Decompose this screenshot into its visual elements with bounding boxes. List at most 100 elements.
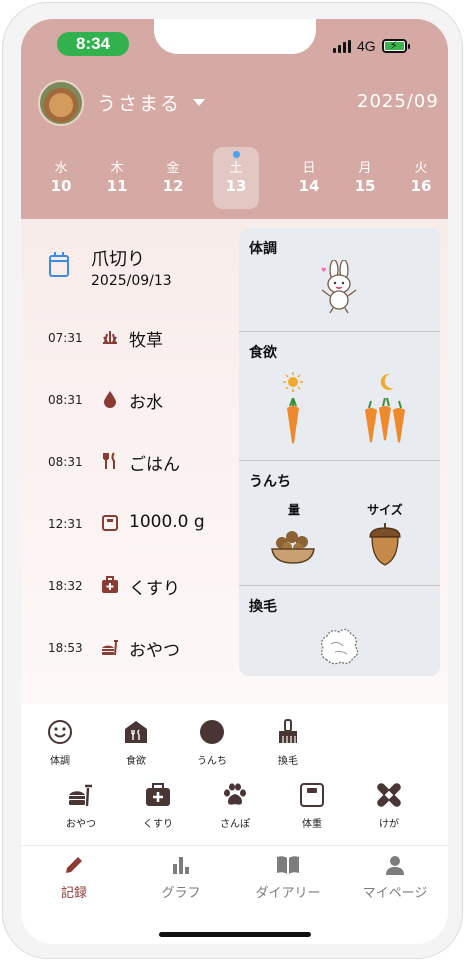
tab-graph[interactable]: グラフ [131,854,231,901]
battery-icon: ⚡ [381,39,410,53]
app-header: 8:34 4G ⚡ うさまる 2025/09 水 10 木 11 金 12 土 13 日… [21,19,448,219]
log-time: 18:32 [48,579,83,593]
quick-label: 食欲 [126,756,146,767]
current-month[interactable]: 2025/09 [357,91,439,112]
burger-icon [68,782,94,808]
bandage-icon [376,782,402,808]
quick-label: 体調 [50,756,70,767]
day-10[interactable]: 水 10 [38,147,84,209]
day-16[interactable]: 火 16 [398,147,444,209]
pet-avatar[interactable] [38,80,84,126]
quick-appetite-button[interactable]: 食欲 [106,719,166,767]
signal-icon [333,39,351,53]
week-strip: 水 10 木 11 金 12 土 13 日 14 月 15 火 16 [38,147,432,209]
quick-label: おやつ [66,819,96,830]
log-time: 12:31 [48,517,83,531]
day-15[interactable]: 月 15 [342,147,388,209]
section-title: 体調 [249,241,277,257]
quick-label: うんち [197,756,227,767]
happy-rabbit-icon: ♥ [321,260,357,314]
day-weekday: 火 [414,161,428,176]
poop-section[interactable]: うんち 量 サイズ [239,460,440,585]
shedding-section[interactable]: 換毛 [239,585,440,676]
log-item[interactable]: 12:31 1000.0 g [21,509,241,539]
appetite-section[interactable]: 食欲 [239,331,440,460]
log-label: 牧草 [129,331,163,351]
day-weekday: 水 [54,161,68,176]
log-time: 07:31 [48,331,83,345]
notch [154,19,316,54]
day-number: 11 [106,177,128,195]
day-13-selected[interactable]: 土 13 [213,147,259,209]
quick-shedding-button[interactable]: 換毛 [258,719,318,767]
tab-label: ダイアリー [255,886,321,901]
pet-name[interactable]: うさまる [97,89,181,116]
day-12[interactable]: 金 12 [150,147,196,209]
tab-label: マイページ [362,886,428,901]
event-date: 2025/09/13 [91,273,172,289]
day-11[interactable]: 木 11 [94,147,140,209]
log-item[interactable]: 18:53 おやつ [21,633,241,663]
event-card[interactable]: 爪切り 2025/09/13 [39,243,239,303]
tab-label: 記録 [60,886,87,901]
section-title: 換毛 [249,599,277,615]
quick-condition-button[interactable]: 体調 [30,719,90,767]
quick-poop-button[interactable]: うんち [182,719,242,767]
poop-amount-label: 量 [287,503,300,517]
status-time: 8:34 [57,32,129,56]
day-number: 15 [354,177,376,195]
day-weekday: 月 [358,161,372,176]
log-time: 08:31 [48,455,83,469]
tab-diary[interactable]: ダイアリー [238,854,338,901]
log-label: お水 [129,393,163,413]
carrot-icon [287,398,299,444]
medical-kit-icon [145,782,171,808]
day-weekday: 日 [302,161,316,176]
condition-section[interactable]: 体調 ♥ [239,228,440,331]
section-title: うんち [249,474,291,490]
log-item[interactable]: 07:31 牧草 [21,323,241,353]
bottom-tab-bar: 記録 グラフ ダイアリー マイページ [21,845,448,915]
day-number: 13 [225,177,247,195]
food-house-icon [123,719,149,745]
moon-icon [380,373,394,390]
network-type: 4G [357,38,376,54]
sun-icon [283,372,303,392]
tab-record[interactable]: 記録 [24,854,124,901]
log-label: 1000.0 g [129,512,205,532]
tab-mypage[interactable]: マイページ [345,854,445,901]
log-label: おやつ [129,641,180,661]
log-time: 08:31 [48,393,83,407]
day-14[interactable]: 日 14 [286,147,332,209]
phone-frame: 8:34 4G ⚡ うさまる 2025/09 水 10 木 11 金 12 土 13 日… [2,2,463,959]
log-item[interactable]: 18:32 くすり [21,571,241,601]
fur-ball-icon [321,628,359,665]
quick-weight-button[interactable]: 体重 [282,782,342,830]
quick-injury-button[interactable]: けが [359,782,419,830]
pencil-icon [24,854,124,880]
event-dot [233,151,240,158]
log-item[interactable]: 08:31 お水 [21,385,241,415]
pet-selector-caret-icon[interactable] [193,99,205,106]
quick-medicine-button[interactable]: くすり [128,782,188,830]
book-icon [238,854,338,880]
event-title: 爪切り [91,249,145,270]
fork-knife-icon [101,452,119,470]
section-title: 食欲 [249,345,277,361]
log-label: ごはん [129,455,180,475]
circle-icon [199,719,225,745]
day-weekday: 木 [110,161,124,176]
status-indicators: 4G ⚡ [333,38,410,54]
tab-label: グラフ [161,886,201,901]
day-number: 10 [50,177,72,195]
home-indicator[interactable] [159,932,311,937]
quick-walk-button[interactable]: さんぽ [205,782,265,830]
app-screen: 8:34 4G ⚡ うさまる 2025/09 水 10 木 11 金 12 土 13 日… [21,19,448,944]
log-item[interactable]: 08:31 ごはん [21,447,241,477]
day-content: 爪切り 2025/09/13 07:31 牧草 08:31 お水 08:31 ご… [21,219,448,704]
scale-icon [299,782,325,808]
quick-label: けが [379,819,399,830]
day-number: 16 [410,177,432,195]
medicine-box-icon [101,576,119,594]
quick-snack-button[interactable]: おやつ [51,782,111,830]
